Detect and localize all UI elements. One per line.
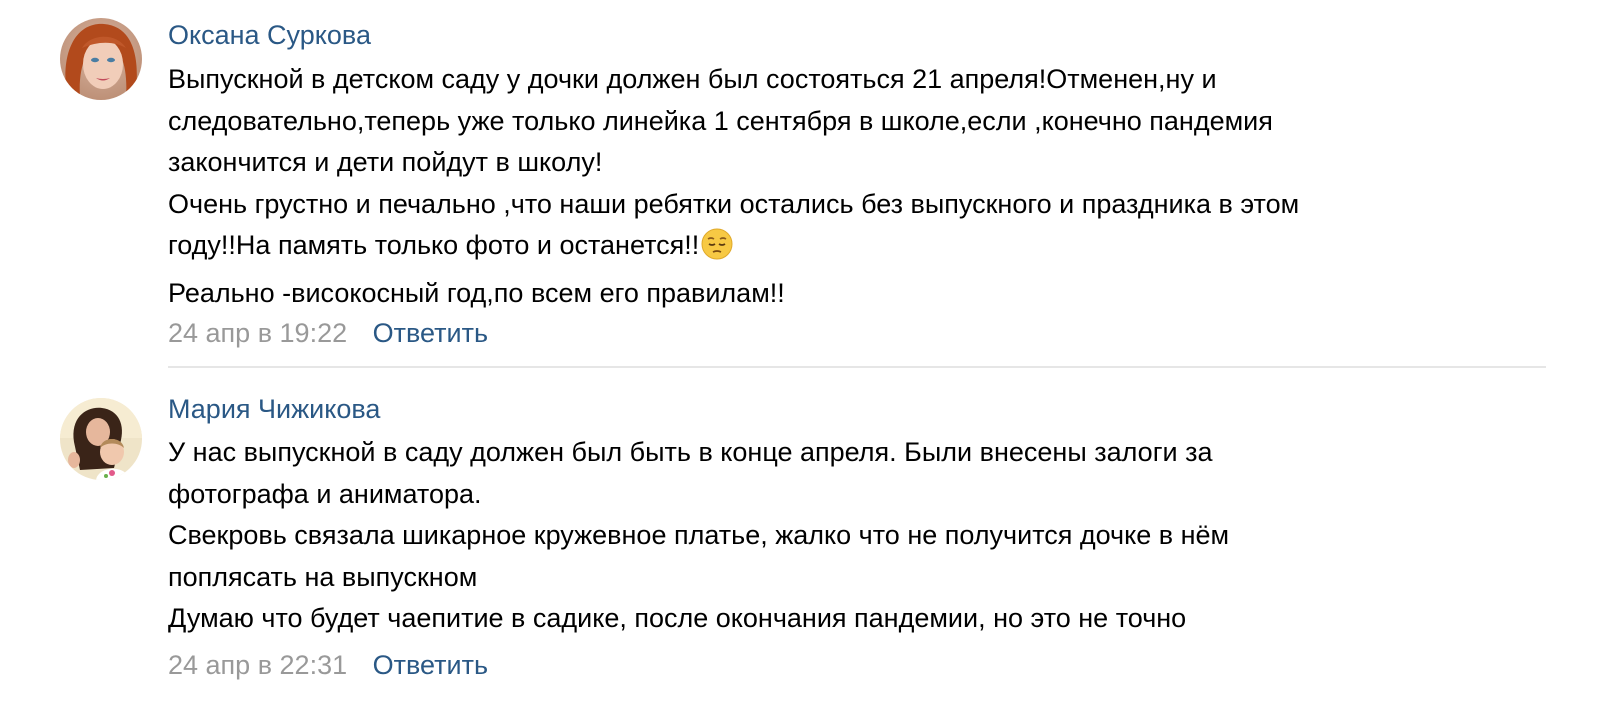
- comment-text: Выпускной в детском саду у дочки должен …: [168, 59, 1548, 314]
- comment-meta: 24 апр в 19:22 Ответить: [168, 318, 488, 349]
- comment-meta: 24 апр в 22:31 Ответить: [168, 650, 488, 681]
- divider: [168, 366, 1546, 368]
- comment-text: У нас выпускной в саду должен был быть в…: [168, 432, 1548, 640]
- comment-text-line: Очень грустно и печально ,что наши ребят…: [168, 188, 1300, 219]
- comment-author[interactable]: Мария Чижикова: [168, 394, 380, 425]
- comment-text-line: поплясать на выпускном: [168, 561, 478, 592]
- reply-button[interactable]: Ответить: [373, 650, 488, 680]
- comment-date[interactable]: 24 апр в 19:22: [168, 318, 347, 348]
- comment-text-line: Реально -високосный год,по всем его прав…: [168, 277, 785, 308]
- avatar-photo: [60, 18, 142, 100]
- comment-text-line: закончится и дети пойдут в школу!: [168, 147, 603, 177]
- comment-text-line-with-emoji: году!!На память только фото и останется!…: [168, 225, 1548, 273]
- comment-text-line: следовательно,теперь уже только линейка …: [168, 105, 1273, 136]
- avatar[interactable]: [60, 398, 142, 480]
- reply-button[interactable]: Ответить: [373, 318, 488, 348]
- comment-text-line: У нас выпускной в саду должен был быть в…: [168, 437, 1213, 467]
- comment-date[interactable]: 24 апр в 22:31: [168, 650, 347, 680]
- comment-text-line: фотографа и аниматора.: [168, 478, 482, 509]
- comment-author[interactable]: Оксана Суркова: [168, 20, 371, 51]
- avatar[interactable]: [60, 18, 142, 100]
- comment-text-line: Свекровь связала шикарное кружевное плат…: [168, 520, 1230, 550]
- comment-text-line: Думаю что будет чаепитие в садике, после…: [168, 603, 1187, 633]
- comment-text-line: Выпускной в детском саду у дочки должен …: [168, 64, 1217, 94]
- pensive-face-icon: [701, 228, 733, 273]
- comment-text-line: году!!На память только фото и останется!…: [168, 230, 700, 260]
- avatar-photo: [60, 398, 142, 480]
